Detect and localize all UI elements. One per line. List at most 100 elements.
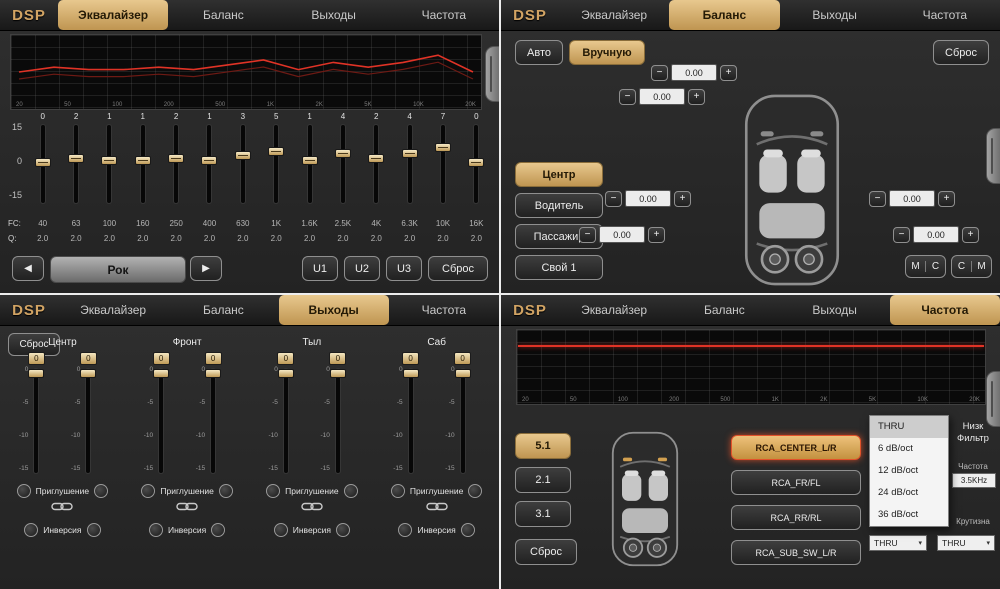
invert-right-toggle[interactable]: [87, 523, 101, 537]
band-slider[interactable]: [207, 125, 211, 203]
preset-next-button[interactable]: ▶: [190, 256, 222, 281]
reset-button[interactable]: Сброс: [515, 539, 577, 565]
mute-right-toggle[interactable]: [94, 484, 108, 498]
delay-increase-button[interactable]: +: [648, 227, 665, 243]
output-slider-thumb[interactable]: [205, 369, 221, 378]
tab-equalizer[interactable]: Эквалайзер: [559, 295, 669, 325]
side-drawer-handle[interactable]: [986, 371, 1000, 427]
invert-right-toggle[interactable]: [336, 523, 350, 537]
mode-2-1-button[interactable]: 2.1: [515, 467, 571, 493]
band-slider[interactable]: [41, 125, 45, 203]
tab-balance[interactable]: Баланс: [669, 0, 779, 30]
band-slider[interactable]: [241, 125, 245, 203]
tab-outputs[interactable]: Выходы: [279, 0, 389, 30]
invert-left-toggle[interactable]: [274, 523, 288, 537]
reset-button[interactable]: Сброс: [933, 40, 989, 65]
tab-outputs[interactable]: Выходы: [279, 295, 389, 325]
band-slider-thumb[interactable]: [68, 154, 84, 163]
channel-rca-center-button[interactable]: RCA_CENTER_L/R: [731, 435, 861, 460]
output-slider[interactable]: 0-5-10-15: [211, 369, 215, 473]
corner-toggle-cm-button[interactable]: CM: [951, 255, 992, 278]
band-slider[interactable]: [174, 125, 178, 203]
output-slider[interactable]: 0-5-10-15: [461, 369, 465, 473]
mute-left-toggle[interactable]: [266, 484, 280, 498]
delay-increase-button[interactable]: +: [962, 227, 979, 243]
manual-mode-button[interactable]: Вручную: [569, 40, 645, 65]
band-slider-thumb[interactable]: [335, 149, 351, 158]
output-slider[interactable]: 0-5-10-15: [159, 369, 163, 473]
output-slider-thumb[interactable]: [28, 369, 44, 378]
preset-display[interactable]: Рок: [50, 256, 186, 283]
band-slider-thumb[interactable]: [268, 147, 284, 156]
delay-decrease-button[interactable]: −: [619, 89, 636, 105]
link-channels-icon[interactable]: [176, 501, 198, 512]
user-preset-button-3[interactable]: U3: [386, 256, 422, 281]
band-slider[interactable]: [341, 125, 345, 203]
invert-right-toggle[interactable]: [211, 523, 225, 537]
side-drawer-handle[interactable]: [986, 128, 1000, 184]
slope-option[interactable]: 12 dB/oct: [870, 460, 948, 482]
mute-left-toggle[interactable]: [141, 484, 155, 498]
output-slider-thumb[interactable]: [330, 369, 346, 378]
tab-equalizer[interactable]: Эквалайзер: [58, 0, 168, 30]
band-slider[interactable]: [74, 125, 78, 203]
side-drawer-handle[interactable]: [485, 46, 499, 102]
delay-increase-button[interactable]: +: [674, 191, 691, 207]
band-slider-thumb[interactable]: [135, 156, 151, 165]
band-slider-thumb[interactable]: [435, 143, 451, 152]
band-slider-thumb[interactable]: [468, 158, 484, 167]
band-slider-thumb[interactable]: [368, 154, 384, 163]
tab-frequency[interactable]: Частота: [890, 295, 1000, 325]
tab-balance[interactable]: Баланс: [669, 295, 779, 325]
output-slider[interactable]: 0-5-10-15: [409, 369, 413, 473]
output-slider-thumb[interactable]: [403, 369, 419, 378]
position-custom-button[interactable]: Свой 1: [515, 255, 603, 280]
highpass-slope-select[interactable]: THRU▾: [869, 535, 927, 551]
user-preset-button-1[interactable]: U1: [302, 256, 338, 281]
band-slider-thumb[interactable]: [235, 151, 251, 160]
slope-option[interactable]: 6 dB/oct: [870, 438, 948, 460]
output-slider[interactable]: 0-5-10-15: [34, 369, 38, 473]
tab-balance[interactable]: Баланс: [168, 295, 278, 325]
band-slider[interactable]: [107, 125, 111, 203]
output-slider[interactable]: 0-5-10-15: [86, 369, 90, 473]
user-preset-button-2[interactable]: U2: [344, 256, 380, 281]
preset-prev-button[interactable]: ◀: [12, 256, 44, 281]
link-channels-icon[interactable]: [51, 501, 73, 512]
invert-right-toggle[interactable]: [461, 523, 475, 537]
delay-increase-button[interactable]: +: [720, 65, 737, 81]
position-driver-button[interactable]: Водитель: [515, 193, 603, 218]
slope-option[interactable]: THRU: [870, 416, 948, 438]
output-slider-thumb[interactable]: [455, 369, 471, 378]
output-slider[interactable]: 0-5-10-15: [284, 369, 288, 473]
corner-toggle-mc-button[interactable]: MC: [905, 255, 946, 278]
band-slider[interactable]: [274, 125, 278, 203]
invert-left-toggle[interactable]: [149, 523, 163, 537]
band-slider-thumb[interactable]: [101, 156, 117, 165]
lowpass-slope-select[interactable]: THRU▾: [937, 535, 995, 551]
output-slider-thumb[interactable]: [153, 369, 169, 378]
band-slider-thumb[interactable]: [168, 154, 184, 163]
tab-equalizer[interactable]: Эквалайзер: [58, 295, 168, 325]
auto-mode-button[interactable]: Авто: [515, 40, 563, 65]
reset-button[interactable]: Сброс: [428, 256, 488, 281]
tab-outputs[interactable]: Выходы: [780, 0, 890, 30]
band-slider-thumb[interactable]: [402, 149, 418, 158]
band-slider[interactable]: [141, 125, 145, 203]
mute-left-toggle[interactable]: [391, 484, 405, 498]
band-slider-thumb[interactable]: [35, 158, 51, 167]
band-slider[interactable]: [374, 125, 378, 203]
output-slider-thumb[interactable]: [80, 369, 96, 378]
mute-left-toggle[interactable]: [17, 484, 31, 498]
delay-increase-button[interactable]: +: [938, 191, 955, 207]
mode-5-1-button[interactable]: 5.1: [515, 433, 571, 459]
mode-3-1-button[interactable]: 3.1: [515, 501, 571, 527]
tab-outputs[interactable]: Выходы: [780, 295, 890, 325]
tab-equalizer[interactable]: Эквалайзер: [559, 0, 669, 30]
channel-rca-front-button[interactable]: RCA_FR/FL: [731, 470, 861, 495]
position-center-button[interactable]: Центр: [515, 162, 603, 187]
delay-decrease-button[interactable]: −: [869, 191, 886, 207]
band-slider-thumb[interactable]: [201, 156, 217, 165]
tab-frequency[interactable]: Частота: [890, 0, 1000, 30]
mute-right-toggle[interactable]: [219, 484, 233, 498]
